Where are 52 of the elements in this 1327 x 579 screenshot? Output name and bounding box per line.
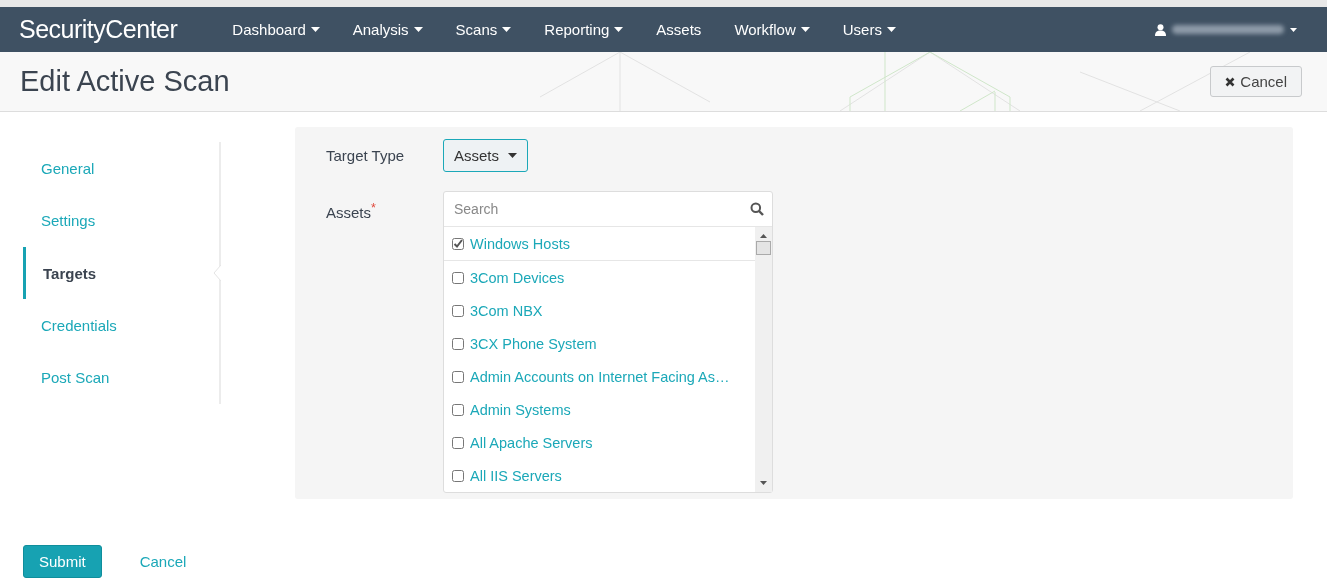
nav-menu[interactable]: Analysis [352, 21, 423, 38]
submit-button[interactable]: Submit [23, 545, 102, 578]
checkbox[interactable] [452, 436, 464, 449]
field-label: Assets$^{*}$ [326, 201, 377, 221]
search-icon[interactable] [750, 202, 764, 216]
caret-icon [886, 27, 896, 32]
step-tab[interactable]: Post Scan [23, 351, 219, 405]
app-logo[interactable]: SecurityCenter [19, 15, 178, 44]
nav-menu[interactable]: Workflow [734, 21, 810, 38]
step-tab[interactable]: General [23, 142, 219, 195]
asset-option[interactable]: 3CX Phone System [470, 335, 597, 352]
caret-icon [614, 27, 624, 32]
asset-option[interactable]: 3Com Devices [470, 269, 565, 286]
caret-icon [310, 27, 320, 32]
asset-option[interactable]: All Apache Servers [470, 434, 593, 451]
asset-option[interactable]: Windows Hosts [470, 235, 570, 252]
caret-icon [800, 27, 810, 32]
step-tab[interactable]: Credentials [23, 299, 219, 352]
nav-menu[interactable]: Assets [656, 21, 702, 38]
field-label: Target Type [326, 147, 406, 164]
checkbox[interactable] [452, 271, 464, 284]
caret-icon [413, 27, 423, 32]
scroll-up-icon[interactable] [760, 234, 767, 238]
user-icon[interactable] [1155, 23, 1166, 36]
nav-menu[interactable]: Users [842, 21, 896, 38]
checkbox[interactable] [452, 337, 464, 350]
checkbox[interactable] [452, 370, 464, 383]
scrollbar[interactable] [755, 227, 772, 492]
required-mark: * [371, 201, 376, 215]
step-tab[interactable]: Settings [23, 194, 219, 247]
caret-icon [502, 27, 512, 32]
caret-icon [508, 153, 517, 158]
scrollbar-thumb[interactable] [756, 241, 771, 255]
nav-menu[interactable]: Dashboard [232, 21, 320, 38]
asset-option[interactable]: All IIS Servers [470, 467, 562, 484]
asset-option[interactable]: Admin Accounts on Internet Facing As… [470, 368, 730, 385]
checkbox[interactable] [452, 469, 464, 482]
cancel-button[interactable]: Cancel [1210, 66, 1302, 97]
cancel-link[interactable]: Cancel [133, 552, 193, 571]
nav-menu[interactable]: Scans [455, 21, 512, 38]
asset-option[interactable]: Admin Systems [470, 401, 571, 418]
checkbox[interactable] [452, 403, 464, 416]
checkbox[interactable] [452, 237, 464, 250]
search-field[interactable]: Search [452, 200, 750, 218]
close-icon [1225, 76, 1236, 87]
target-type-dropdown[interactable]: Assets [443, 139, 528, 172]
caret-icon[interactable] [1290, 27, 1297, 32]
asset-option[interactable]: 3Com NBX [470, 302, 543, 319]
scroll-down-icon[interactable] [760, 481, 767, 485]
page-title: Edit Active Scan [20, 65, 230, 98]
checkbox[interactable] [452, 304, 464, 317]
nav-menu[interactable]: Reporting [544, 21, 624, 38]
